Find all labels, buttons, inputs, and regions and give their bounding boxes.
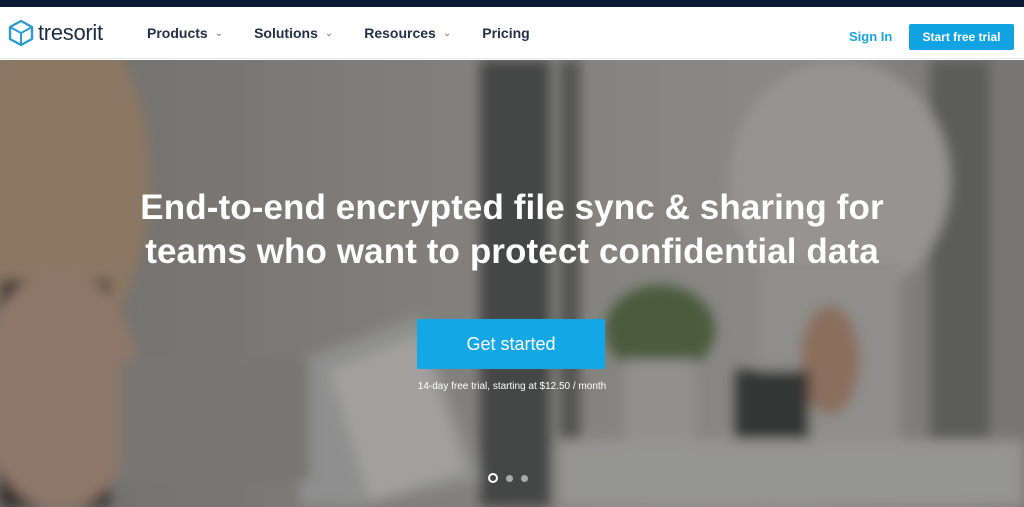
carousel-dot-2[interactable]	[506, 474, 513, 482]
chevron-down-icon: ⌄	[442, 27, 452, 39]
hero-headline-line-2: teams who want to protect confidential d…	[145, 232, 879, 271]
trial-pricing-note: 14-day free trial, starting at $12.50 / …	[417, 381, 607, 392]
get-started-button[interactable]: Get started	[417, 319, 605, 369]
carousel-dot-3[interactable]	[521, 474, 528, 482]
top-accent-bar	[0, 0, 1024, 7]
carousel-dot-1[interactable]	[488, 473, 498, 483]
main-nav: Products ⌄ Solutions ⌄ Resources ⌄ Prici…	[147, 7, 561, 59]
nav-pricing-label: Pricing	[482, 25, 530, 41]
hero-section: End-to-end encrypted file sync & sharing…	[0, 60, 1024, 507]
nav-resources-label: Resources	[364, 25, 436, 41]
start-free-trial-button[interactable]: Start free trial	[909, 24, 1014, 50]
nav-solutions[interactable]: Solutions ⌄	[254, 25, 333, 41]
brand-logo[interactable]: tresorit	[8, 19, 103, 47]
sign-in-link[interactable]: Sign In	[849, 29, 892, 44]
carousel-indicators	[488, 473, 528, 483]
tresorit-logo-icon	[8, 19, 34, 47]
hero-headline: End-to-end encrypted file sync & sharing…	[0, 186, 1024, 274]
nav-solutions-label: Solutions	[254, 25, 318, 41]
nav-resources[interactable]: Resources ⌄	[364, 25, 451, 41]
nav-products-label: Products	[147, 25, 208, 41]
chevron-down-icon: ⌄	[324, 27, 334, 39]
site-header: tresorit Products ⌄ Solutions ⌄ Resource…	[0, 7, 1024, 59]
hero-headline-line-1: End-to-end encrypted file sync & sharing…	[140, 188, 884, 227]
hero-dim-overlay	[0, 60, 1024, 507]
nav-products[interactable]: Products ⌄	[147, 25, 223, 41]
chevron-down-icon: ⌄	[214, 27, 224, 39]
nav-pricing[interactable]: Pricing	[482, 25, 529, 41]
brand-name: tresorit	[38, 20, 103, 45]
